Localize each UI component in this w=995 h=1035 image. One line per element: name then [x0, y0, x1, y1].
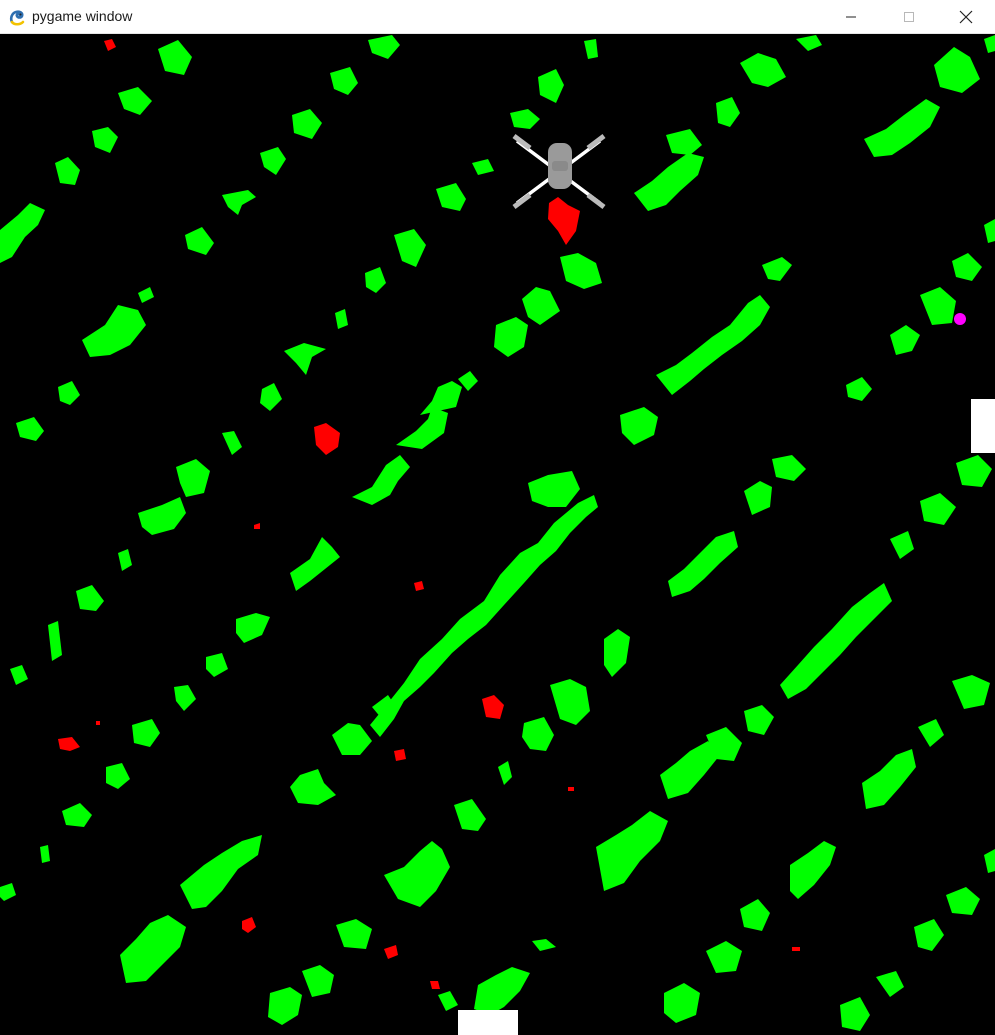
minimize-button[interactable] — [822, 0, 880, 34]
weed — [96, 721, 100, 725]
target-marker — [954, 313, 966, 325]
pygame-snake-icon — [9, 10, 25, 26]
weed — [792, 947, 800, 951]
maximize-button[interactable] — [880, 0, 938, 34]
close-button[interactable] — [937, 0, 995, 34]
maximize-icon — [904, 12, 914, 22]
window-title: pygame window — [32, 8, 133, 24]
weed — [568, 787, 574, 791]
drone-camera — [552, 161, 568, 171]
close-icon — [959, 10, 973, 24]
station-block-bottom — [458, 1010, 518, 1035]
game-canvas[interactable] — [0, 35, 995, 1035]
field-view — [0, 35, 995, 1035]
station-block-right — [971, 399, 995, 453]
pygame-window: pygame window — [0, 0, 995, 1035]
field-background — [0, 35, 995, 1035]
minimize-icon — [846, 16, 856, 18]
title-bar[interactable]: pygame window — [0, 0, 995, 34]
weed — [394, 749, 406, 761]
